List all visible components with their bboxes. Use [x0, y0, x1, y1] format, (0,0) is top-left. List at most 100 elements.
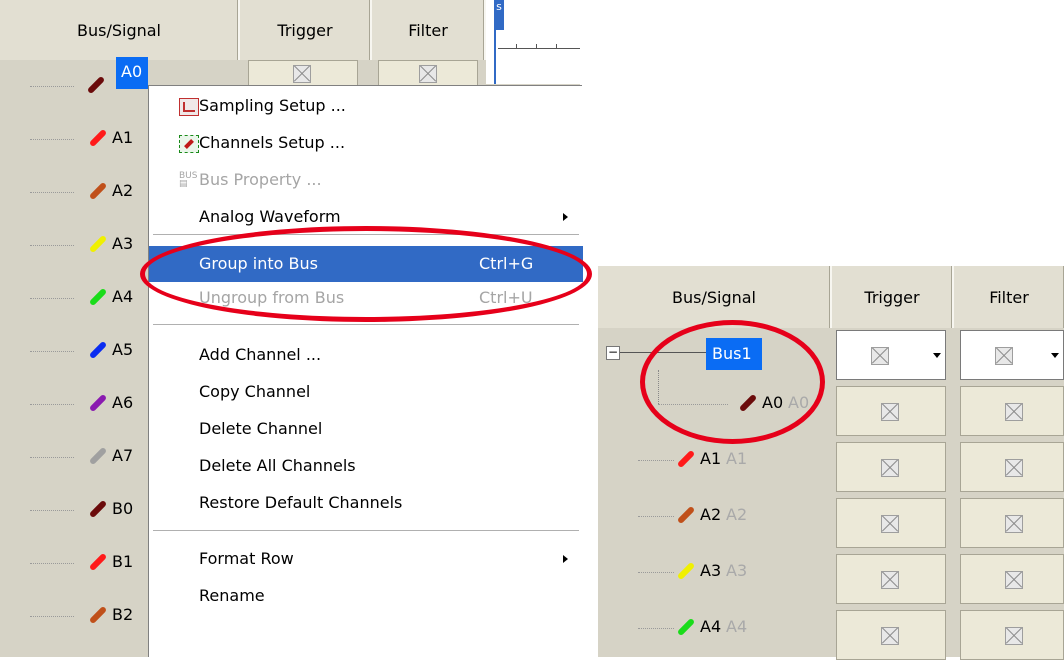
probe-icon: [88, 552, 108, 572]
signal-alias: A1: [726, 449, 748, 468]
bus-signal-header[interactable]: Bus/Signal: [0, 0, 240, 60]
filter-cell[interactable]: [960, 498, 1064, 548]
probe-icon: [676, 449, 696, 469]
probe-icon: [88, 393, 108, 413]
trigger-cell[interactable]: [836, 386, 946, 436]
signal-label: A1: [112, 128, 134, 147]
menu-item-bus-property[interactable]: Bus Property ...: [149, 164, 583, 196]
timeline-marker[interactable]: s: [494, 0, 504, 30]
menu-item-rename[interactable]: Rename: [149, 580, 583, 612]
tree-dots: [638, 516, 674, 517]
signal-row-b2[interactable]: B2: [0, 590, 148, 643]
trigger-cell[interactable]: [836, 610, 946, 660]
selected-signal-a0[interactable]: A0: [116, 57, 148, 89]
tree-dots: [30, 616, 74, 617]
menu-item-format-row[interactable]: Format Row: [149, 543, 583, 575]
menu-separator: [153, 324, 579, 326]
trigger-cell[interactable]: [836, 330, 946, 380]
right-signal-row-a4[interactable]: A4 A4: [598, 602, 830, 658]
signal-row-a2[interactable]: A2: [0, 166, 148, 219]
trigger-header-right[interactable]: Trigger: [832, 266, 954, 328]
probe-icon: [676, 561, 696, 581]
signal-label: A4: [112, 287, 134, 306]
probe-icon: [88, 446, 108, 466]
filter-header-right[interactable]: Filter: [954, 266, 1064, 328]
filter-x-icon: [1005, 515, 1023, 533]
menu-item-label: Delete Channel: [199, 419, 323, 438]
waveform-area[interactable]: s: [486, 0, 580, 84]
menu-item-channels-setup[interactable]: Channels Setup ...: [149, 127, 583, 159]
signal-label: A7: [112, 446, 134, 465]
menu-item-label: Bus Property ...: [199, 170, 322, 189]
signal-row-a6[interactable]: A6: [0, 378, 148, 431]
trigger-cell[interactable]: [836, 554, 946, 604]
filter-x-icon: [1005, 571, 1023, 589]
menu-item-delete-channel[interactable]: Delete Channel: [149, 413, 583, 445]
menu-item-sampling-setup[interactable]: Sampling Setup ...: [149, 90, 583, 122]
right-signal-row-a3[interactable]: A3 A3: [598, 546, 830, 602]
filter-header-label: Filter: [408, 20, 448, 40]
trigger-x-icon: [881, 515, 899, 533]
right-signal-row-a2[interactable]: A2 A2: [598, 490, 830, 546]
tree-dots: [638, 460, 674, 461]
menu-item-delete-all-channels[interactable]: Delete All Channels: [149, 450, 583, 482]
trigger-cell[interactable]: [836, 442, 946, 492]
context-menu: BUS ▤ Sampling Setup ... Channels Setup ..…: [148, 85, 583, 657]
filter-cell[interactable]: [960, 554, 1064, 604]
probe-icon: [88, 605, 108, 625]
probe-icon: [676, 505, 696, 525]
signal-row-b1[interactable]: B1: [0, 537, 148, 590]
highlight-ring-bus1: [640, 320, 825, 444]
filter-cell[interactable]: [960, 442, 1064, 492]
signal-row-a1[interactable]: A1: [0, 113, 148, 166]
filter-cell[interactable]: [960, 330, 1064, 380]
filter-header[interactable]: Filter: [372, 0, 486, 60]
tree-dots: [30, 245, 74, 246]
menu-item-copy-channel[interactable]: Copy Channel: [149, 376, 583, 408]
dropdown-arrow-icon[interactable]: [1051, 353, 1059, 358]
menu-item-add-channel[interactable]: Add Channel ...: [149, 339, 583, 371]
cursor-line: [494, 30, 496, 84]
tree-dots: [30, 298, 74, 299]
trigger-header-label: Trigger: [277, 20, 333, 40]
ruler-tick: [516, 44, 517, 49]
signal-row-b0[interactable]: B0: [0, 484, 148, 537]
tree-dots: [30, 192, 74, 193]
trigger-cell[interactable]: [836, 498, 946, 548]
menu-separator: [153, 530, 579, 532]
filter-x-icon: [419, 65, 437, 83]
trigger-x-icon: [881, 627, 899, 645]
signal-label: A4: [700, 617, 722, 636]
filter-cell[interactable]: [960, 386, 1064, 436]
menu-item-label: Format Row: [199, 549, 294, 568]
filter-cell[interactable]: [378, 60, 478, 86]
signal-alias: A3: [726, 561, 748, 580]
menu-item-restore-default-channels[interactable]: Restore Default Channels: [149, 487, 583, 519]
menu-item-label: Rename: [199, 586, 265, 605]
trigger-header-right-label: Trigger: [864, 287, 920, 307]
highlight-ring-group-into-bus: [140, 226, 592, 322]
dropdown-arrow-icon[interactable]: [933, 353, 941, 358]
signal-row-a5[interactable]: A5: [0, 325, 148, 378]
tree-dots: [30, 510, 74, 511]
menu-item-label: Delete All Channels: [199, 456, 356, 475]
trigger-cell[interactable]: [248, 60, 358, 86]
collapse-bus-button[interactable]: −: [606, 346, 620, 360]
trigger-header[interactable]: Trigger: [240, 0, 372, 60]
signal-label: A1: [700, 449, 722, 468]
signal-row-a3[interactable]: A3: [0, 219, 148, 272]
filter-cell[interactable]: [960, 610, 1064, 660]
menu-item-label: Channels Setup ...: [199, 133, 346, 152]
submenu-arrow-icon: [563, 555, 568, 563]
probe-icon: [676, 617, 696, 637]
filter-x-icon: [995, 347, 1013, 365]
trigger-x-icon: [881, 459, 899, 477]
bus-signal-header-right[interactable]: Bus/Signal: [598, 266, 832, 328]
probe-icon: [88, 287, 108, 307]
trigger-x-icon: [881, 403, 899, 421]
signal-alias: A2: [726, 505, 748, 524]
signal-label: A6: [112, 393, 134, 412]
signal-row-a7[interactable]: A7: [0, 431, 148, 484]
signal-row-a4[interactable]: A4: [0, 272, 148, 325]
menu-item-label: Copy Channel: [199, 382, 311, 401]
